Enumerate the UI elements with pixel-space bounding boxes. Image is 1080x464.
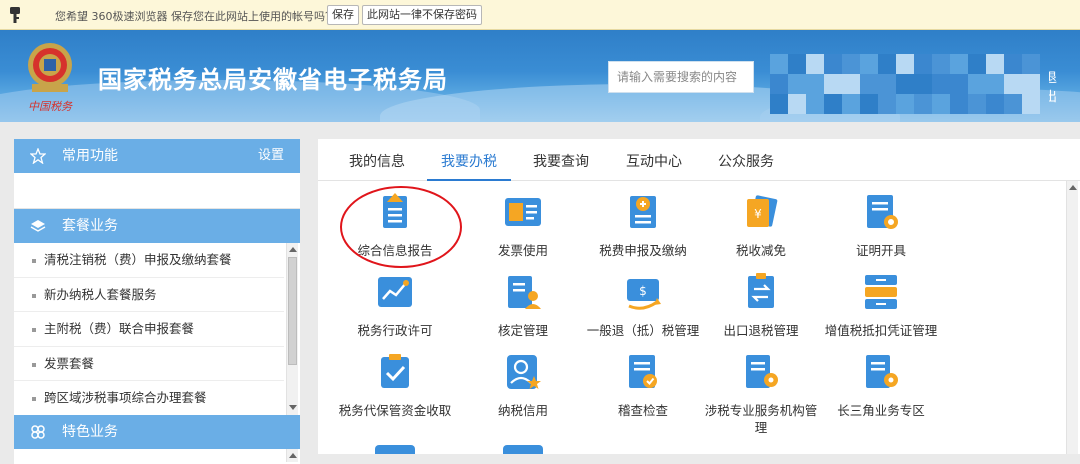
service-item-label: 长三角业务专区: [837, 403, 925, 418]
settings-link[interactable]: 设置: [258, 139, 284, 173]
tab-public-service[interactable]: 公众服务: [718, 151, 774, 171]
special-business-label: 特色业务: [62, 424, 118, 440]
special-business-header[interactable]: 特色业务: [14, 415, 300, 449]
svg-text:$: $: [639, 284, 647, 298]
svg-text:¥: ¥: [754, 207, 762, 221]
scroll-down-arrow-icon[interactable]: [289, 405, 297, 410]
approval-person-icon: [508, 276, 541, 309]
refund-arrow-icon: $: [627, 279, 661, 310]
permit-chart-icon: [378, 277, 412, 307]
certificate-icon: [867, 195, 898, 229]
package-item[interactable]: 跨区域涉税事项综合办理套餐: [14, 381, 284, 415]
package-item[interactable]: 主附税（费）联合申报套餐: [14, 312, 284, 347]
service-item-label: 核定管理: [497, 323, 548, 338]
common-functions-empty-area: [14, 173, 300, 209]
highlight-circle: [340, 186, 462, 268]
vat-deduction-icon: [865, 275, 897, 309]
service-item[interactable]: 纳税信用: [453, 347, 593, 425]
package-item[interactable]: 发票套餐: [14, 347, 284, 381]
service-item[interactable]: 税务代保管资金收取: [325, 347, 465, 425]
emblem-text: 中国税务: [28, 100, 73, 113]
special-business-list: [14, 449, 300, 462]
custody-check-icon: [381, 354, 409, 388]
common-functions-label: 常用功能: [62, 148, 118, 164]
package-item[interactable]: 清税注销税（费）申报及缴纳套餐: [14, 243, 284, 278]
sidebar: 常用功能 设置 套餐业务 清税注销税（费）申报及缴纳套餐 新办纳税人套餐服务 主…: [14, 139, 300, 464]
prompt-message: 您希望 360极速浏览器 保存您在此网站上使用的帐号吗？: [55, 10, 336, 23]
star-icon: [30, 148, 46, 164]
package-list: 清税注销税（费）申报及缴纳套餐 新办纳税人套餐服务 主附税（费）联合申报套餐 发…: [14, 243, 300, 415]
package-item-label: 跨区域涉税事项综合办理套餐: [44, 390, 207, 405]
service-item-label: 税务代保管资金收取: [338, 403, 452, 418]
package-item-label: 主附税（费）联合申报套餐: [44, 321, 195, 336]
service-item[interactable]: 税务行政许可: [325, 267, 465, 345]
package-item[interactable]: 新办纳税人套餐服务: [14, 278, 284, 312]
declare-plus-icon: [630, 196, 656, 228]
service-item[interactable]: ¥ 税收减免: [691, 187, 831, 265]
save-account-button[interactable]: 保存: [327, 5, 359, 25]
service-item[interactable]: 核定管理: [453, 267, 593, 345]
scroll-up-arrow-icon[interactable]: [1069, 185, 1077, 190]
service-item-label: 税务行政许可: [357, 323, 433, 338]
inspection-icon: [629, 355, 657, 388]
blurred-user-info: [770, 54, 1040, 114]
key-icon: [10, 7, 20, 23]
service-item-label: 发票使用: [497, 243, 548, 258]
package-business-label: 套餐业务: [62, 218, 118, 234]
main-panel: 我的信息 我要办税 我要查询 互动中心 公众服务 综合信息报告 发票使用 税费申报及…: [318, 139, 1080, 454]
search-input[interactable]: 请输入需要搜索的内容: [608, 61, 754, 93]
tab-interaction[interactable]: 互动中心: [626, 151, 682, 171]
export-refund-icon: [748, 273, 774, 308]
scroll-up-arrow-icon[interactable]: [289, 453, 297, 458]
scroll-up-arrow-icon[interactable]: [289, 247, 297, 252]
next-row-icon-partial: [503, 445, 543, 454]
invoice-icon: [505, 198, 541, 226]
service-item-label: 税收减免: [735, 243, 786, 258]
service-item-label: 增值税抵扣凭证管理: [824, 323, 938, 338]
tax-emblem-logo[interactable]: 中国税务: [22, 38, 78, 116]
password-save-prompt: 您希望 360极速浏览器 保存您在此网站上使用的帐号吗？ 保存 此网站一律不保存…: [0, 0, 1080, 30]
tab-bar: 我的信息 我要办税 我要查询 互动中心 公众服务: [318, 139, 1080, 181]
tab-my-info[interactable]: 我的信息: [349, 151, 405, 171]
package-list-scrollbar[interactable]: [286, 243, 298, 415]
logout-link[interactable]: 退出: [1049, 67, 1057, 105]
special-list-scrollbar[interactable]: [286, 449, 298, 462]
never-save-button[interactable]: 此网站一律不保存密码: [362, 5, 482, 25]
tab-do-tax[interactable]: 我要办税: [441, 151, 497, 171]
header-banner: 中国税务 国家税务总局安徽省电子税务局 请输入需要搜索的内容 退出: [0, 30, 1080, 122]
layers-icon: [30, 220, 46, 232]
service-item[interactable]: 长三角业务专区: [811, 347, 951, 425]
package-item-label: 发票套餐: [44, 355, 95, 371]
service-item[interactable]: 发票使用: [453, 187, 593, 265]
service-item[interactable]: 出口退税管理: [691, 267, 831, 345]
main-scrollbar[interactable]: [1066, 181, 1078, 454]
credit-person-icon: [507, 355, 541, 389]
clover-icon: [31, 425, 45, 439]
service-item[interactable]: 增值税抵扣凭证管理: [811, 267, 951, 345]
scroll-thumb[interactable]: [288, 257, 297, 365]
active-tab-indicator: [427, 179, 511, 181]
package-item-label: 清税注销税（费）申报及缴纳套餐: [44, 252, 232, 267]
agency-gear-icon: [746, 355, 778, 388]
site-title: 国家税务总局安徽省电子税务局: [98, 66, 448, 94]
package-business-header[interactable]: 套餐业务: [14, 209, 300, 243]
service-item-label: 涉税专业服务机构管理: [704, 403, 818, 435]
service-item[interactable]: 涉税专业服务机构管理: [691, 347, 831, 435]
service-item-label: 出口退税管理: [723, 323, 799, 338]
service-item-label: 纳税信用: [497, 403, 548, 418]
yangtze-gear-icon: [866, 355, 898, 388]
service-item[interactable]: 证明开具: [811, 187, 951, 265]
next-row-icon-partial: [375, 445, 415, 454]
tab-query[interactable]: 我要查询: [533, 151, 589, 171]
tax-relief-icon: ¥: [747, 195, 778, 227]
package-item-label: 新办纳税人套餐服务: [44, 286, 157, 302]
service-item-label: 证明开具: [855, 243, 906, 258]
common-functions-header: 常用功能 设置: [14, 139, 300, 173]
